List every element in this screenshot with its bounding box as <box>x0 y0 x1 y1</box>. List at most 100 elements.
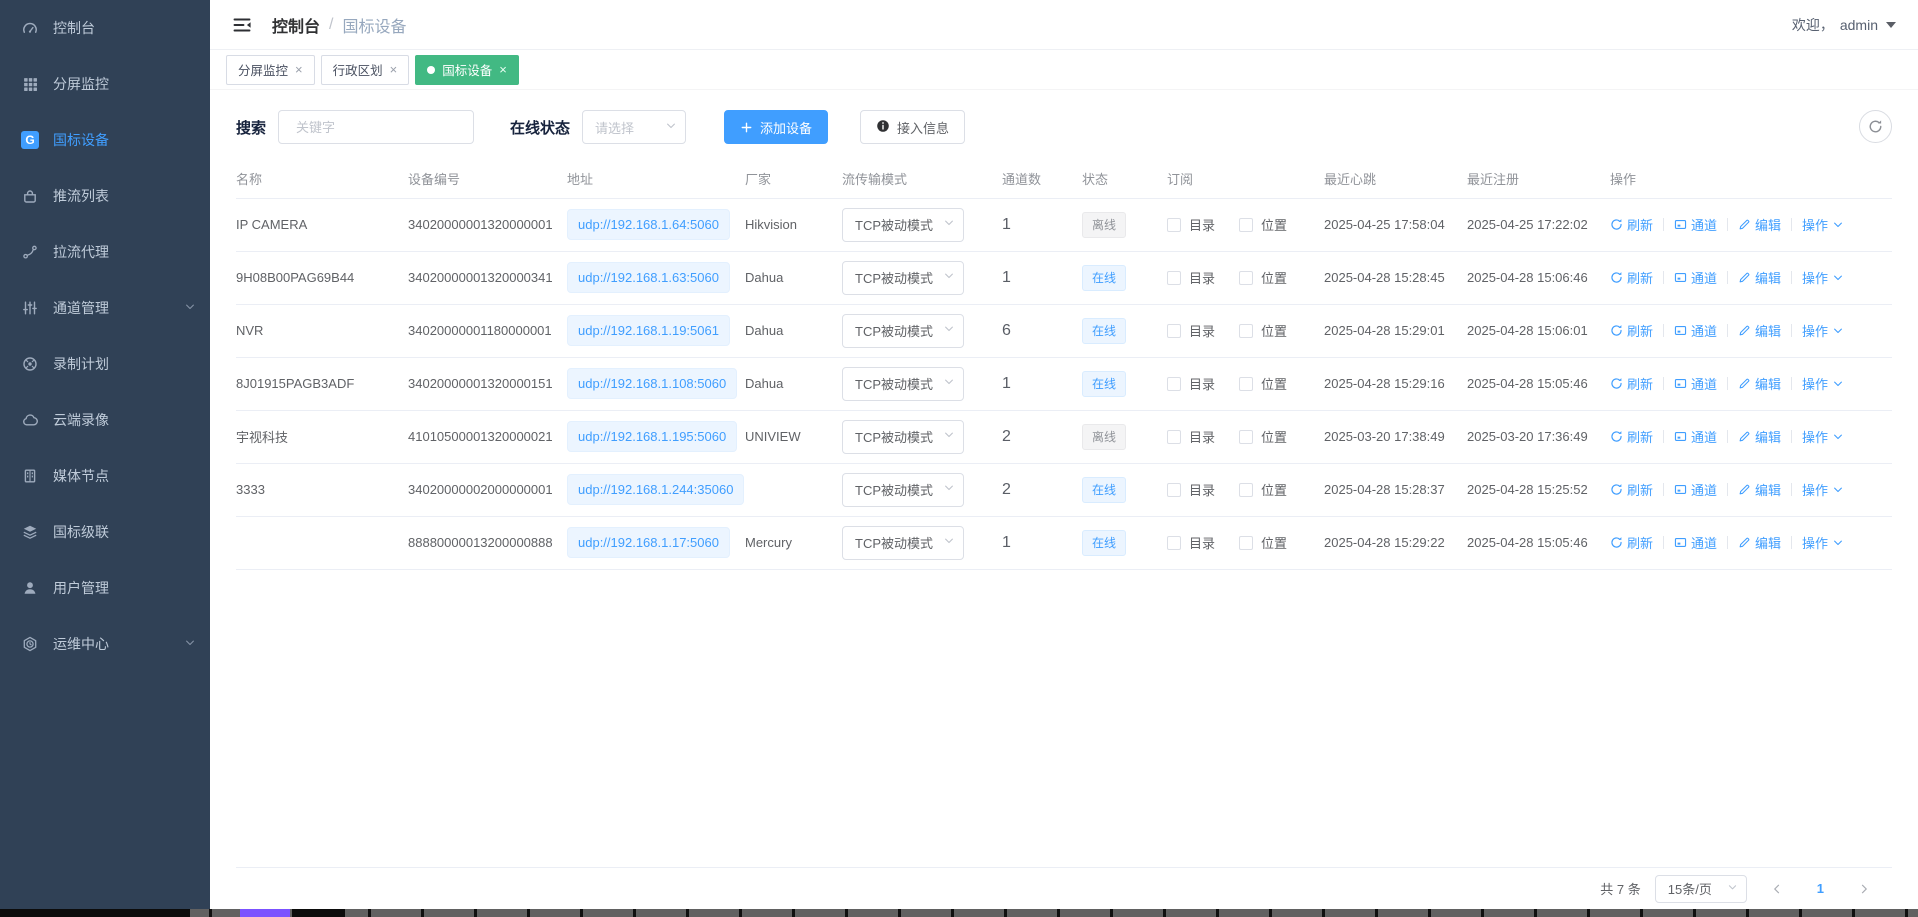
catalog-checkbox[interactable]: 目录 <box>1167 480 1215 499</box>
refresh-list-button[interactable] <box>1859 110 1892 143</box>
tab-gb-device[interactable]: 国标设备 × <box>415 55 519 85</box>
position-checkbox[interactable]: 位置 <box>1239 321 1287 340</box>
divider <box>1727 536 1728 549</box>
tab-admin-region[interactable]: 行政区划 × <box>321 55 410 85</box>
position-checkbox[interactable]: 位置 <box>1239 374 1287 393</box>
sidebar-fold-icon[interactable] <box>232 15 252 35</box>
refresh-action[interactable]: 刷新 <box>1610 480 1653 499</box>
sidebar-item-push-stream[interactable]: 推流列表 <box>0 168 210 224</box>
channel-action[interactable]: 通道 <box>1674 427 1717 446</box>
sidebar-item-media-node[interactable]: 媒体节点 <box>0 448 210 504</box>
channel-icon <box>1674 218 1687 231</box>
breadcrumb-root[interactable]: 控制台 <box>272 13 320 37</box>
next-page-button[interactable] <box>1848 883 1880 895</box>
prev-page-button[interactable] <box>1761 883 1793 895</box>
edit-icon <box>1738 271 1751 284</box>
channel-action[interactable]: 通道 <box>1674 374 1717 393</box>
sidebar-item-split-monitor[interactable]: 分屏监控 <box>0 56 210 112</box>
sidebar-item-console[interactable]: 控制台 <box>0 0 210 56</box>
sidebar-item-ops-center[interactable]: 运维中心 <box>0 616 210 672</box>
sidebar-item-user-manage[interactable]: 用户管理 <box>0 560 210 616</box>
tab-split-monitor[interactable]: 分屏监控 × <box>226 55 315 85</box>
position-checkbox[interactable]: 位置 <box>1239 533 1287 552</box>
col-header-device-id: 设备编号 <box>408 168 567 198</box>
sidebar-item-cloud-record[interactable]: 云端录像 <box>0 392 210 448</box>
cell-device-id: 34020000002000000001 <box>408 463 567 516</box>
refresh-action[interactable]: 刷新 <box>1610 427 1653 446</box>
cell-registered: 2025-04-28 15:25:52 <box>1467 463 1610 516</box>
access-info-button[interactable]: 接入信息 <box>860 110 965 144</box>
close-icon[interactable]: × <box>499 63 507 76</box>
address-tag: udp://192.168.1.108:5060 <box>567 368 737 399</box>
close-icon[interactable]: × <box>295 63 303 76</box>
refresh-action[interactable]: 刷新 <box>1610 374 1653 393</box>
sidebar-item-gb-device[interactable]: G 国标设备 <box>0 112 210 168</box>
refresh-action[interactable]: 刷新 <box>1610 321 1653 340</box>
more-actions-dropdown[interactable]: 操作 <box>1802 215 1844 234</box>
close-icon[interactable]: × <box>390 63 398 76</box>
stream-mode-select[interactable]: TCP被动模式 <box>842 261 964 295</box>
col-header-registered: 最近注册 <box>1467 168 1610 198</box>
channel-action[interactable]: 通道 <box>1674 215 1717 234</box>
stream-mode-select[interactable]: TCP被动模式 <box>842 314 964 348</box>
stream-mode-select[interactable]: TCP被动模式 <box>842 208 964 242</box>
more-actions-dropdown[interactable]: 操作 <box>1802 321 1844 340</box>
channel-action[interactable]: 通道 <box>1674 268 1717 287</box>
catalog-checkbox[interactable]: 目录 <box>1167 321 1215 340</box>
catalog-checkbox[interactable]: 目录 <box>1167 268 1215 287</box>
tab-bar: 分屏监控 × 行政区划 × 国标设备 × <box>210 50 1918 90</box>
page-number[interactable]: 1 <box>1807 881 1834 896</box>
stream-mode-select[interactable]: TCP被动模式 <box>842 526 964 560</box>
stream-mode-select[interactable]: TCP被动模式 <box>842 367 964 401</box>
channel-action[interactable]: 通道 <box>1674 480 1717 499</box>
chevron-down-icon <box>943 376 955 391</box>
refresh-icon <box>1610 483 1623 496</box>
edit-icon <box>1738 483 1751 496</box>
page-size-select[interactable]: 15条/页 <box>1655 875 1747 903</box>
refresh-action[interactable]: 刷新 <box>1610 215 1653 234</box>
search-input[interactable] <box>296 120 472 135</box>
online-status-select[interactable]: 请选择 <box>582 110 686 144</box>
more-actions-dropdown[interactable]: 操作 <box>1802 480 1844 499</box>
sidebar-item-pull-proxy[interactable]: 拉流代理 <box>0 224 210 280</box>
refresh-action[interactable]: 刷新 <box>1610 268 1653 287</box>
edit-action[interactable]: 编辑 <box>1738 268 1781 287</box>
position-checkbox[interactable]: 位置 <box>1239 268 1287 287</box>
edit-action[interactable]: 编辑 <box>1738 321 1781 340</box>
position-checkbox[interactable]: 位置 <box>1239 215 1287 234</box>
more-actions-dropdown[interactable]: 操作 <box>1802 533 1844 552</box>
catalog-checkbox[interactable]: 目录 <box>1167 427 1215 446</box>
add-device-button[interactable]: 添加设备 <box>724 110 828 144</box>
user-menu[interactable]: 欢迎， admin <box>1792 15 1896 35</box>
refresh-action[interactable]: 刷新 <box>1610 533 1653 552</box>
edit-action[interactable]: 编辑 <box>1738 374 1781 393</box>
refresh-icon <box>1610 430 1623 443</box>
catalog-checkbox[interactable]: 目录 <box>1167 215 1215 234</box>
channel-icon <box>1674 430 1687 443</box>
sidebar-item-label: 分屏监控 <box>53 74 196 94</box>
divider <box>1791 430 1792 443</box>
edit-action[interactable]: 编辑 <box>1738 533 1781 552</box>
channel-action[interactable]: 通道 <box>1674 321 1717 340</box>
sidebar-item-record-plan[interactable]: 录制计划 <box>0 336 210 392</box>
address-tag: udp://192.168.1.17:5060 <box>567 527 730 558</box>
sidebar-item-channel-manage[interactable]: 通道管理 <box>0 280 210 336</box>
cell-name: 宇视科技 <box>236 410 408 463</box>
more-actions-dropdown[interactable]: 操作 <box>1802 427 1844 446</box>
edit-action[interactable]: 编辑 <box>1738 427 1781 446</box>
catalog-checkbox[interactable]: 目录 <box>1167 374 1215 393</box>
position-checkbox[interactable]: 位置 <box>1239 480 1287 499</box>
position-checkbox[interactable]: 位置 <box>1239 427 1287 446</box>
checkbox-icon <box>1239 483 1253 497</box>
edit-action[interactable]: 编辑 <box>1738 480 1781 499</box>
stream-mode-select[interactable]: TCP被动模式 <box>842 473 964 507</box>
more-actions-dropdown[interactable]: 操作 <box>1802 374 1844 393</box>
stream-mode-select[interactable]: TCP被动模式 <box>842 420 964 454</box>
sidebar-item-gb-cascade[interactable]: 国标级联 <box>0 504 210 560</box>
catalog-checkbox[interactable]: 目录 <box>1167 533 1215 552</box>
more-actions-dropdown[interactable]: 操作 <box>1802 268 1844 287</box>
checkbox-icon <box>1167 430 1181 444</box>
col-header-status: 状态 <box>1082 168 1167 198</box>
channel-action[interactable]: 通道 <box>1674 533 1717 552</box>
edit-action[interactable]: 编辑 <box>1738 215 1781 234</box>
